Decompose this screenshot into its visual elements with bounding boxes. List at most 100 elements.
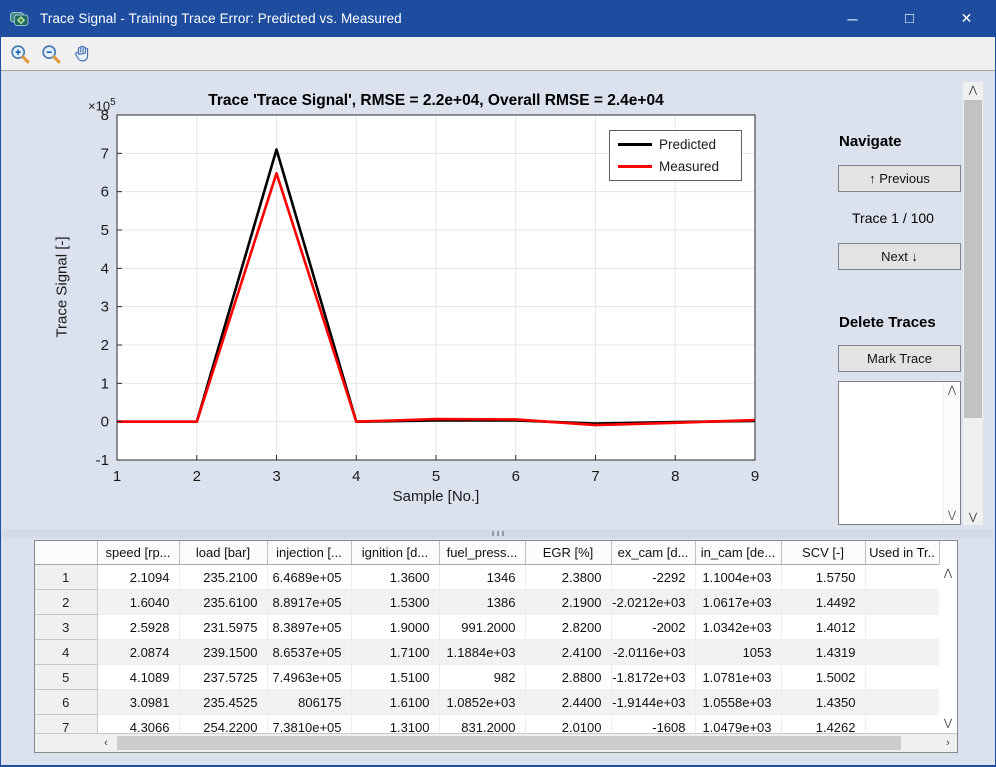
row-number[interactable]: 4 [35, 640, 97, 665]
table-cell[interactable]: 235.4525 [179, 690, 267, 715]
table-cell[interactable]: 1.0781e+03 [695, 665, 781, 690]
x-axis-label: Sample [No.] [117, 488, 755, 505]
table-cell[interactable]: 1386 [439, 590, 525, 615]
table-cell[interactable]: 2.4400 [525, 690, 611, 715]
panel-splitter[interactable] [2, 529, 994, 538]
panel-vertical-scrollbar[interactable]: ⋀ ⋁ [963, 82, 983, 525]
table-cell[interactable]: 8.6537e+05 [267, 640, 351, 665]
marked-traces-listbox[interactable]: ⋀ ⋁ [838, 381, 961, 525]
listbox-scrollbar[interactable]: ⋀ ⋁ [943, 382, 960, 524]
table-vertical-scrollbar[interactable]: ⋀ ⋁ [939, 564, 957, 733]
table-cell[interactable]: 1.5750 [781, 565, 865, 590]
table-cell[interactable]: 1.1004e+03 [695, 565, 781, 590]
table-cell[interactable]: -2.0116e+03 [611, 640, 695, 665]
table-cell[interactable]: 7.4963e+05 [267, 665, 351, 690]
scroll-down-icon[interactable]: ⋁ [963, 509, 983, 525]
table-cell[interactable]: 1.4012 [781, 615, 865, 640]
table-cell[interactable]: 2.0874 [97, 640, 179, 665]
pan-button[interactable] [68, 40, 96, 68]
table-cell[interactable]: 1053 [695, 640, 781, 665]
table-cell[interactable]: 1.6100 [351, 690, 439, 715]
table-horizontal-scrollbar[interactable]: ‹ › [97, 733, 957, 752]
scroll-up-icon[interactable]: ⋀ [963, 82, 983, 98]
scroll-up-icon[interactable]: ⋀ [948, 385, 956, 396]
table-cell[interactable]: 1.4492 [781, 590, 865, 615]
table-cell[interactable]: 3.0981 [97, 690, 179, 715]
zoom-in-button[interactable] [6, 40, 34, 68]
maximize-button[interactable]: □ [881, 0, 938, 37]
table-cell[interactable]: 1.0342e+03 [695, 615, 781, 640]
table-cell[interactable]: 235.6100 [179, 590, 267, 615]
table-cell[interactable]: 806175 [267, 690, 351, 715]
zoom-out-button[interactable] [37, 40, 65, 68]
column-header: EGR [%] [525, 541, 611, 565]
table-cell[interactable]: -2002 [611, 615, 695, 640]
table-cell[interactable] [865, 615, 939, 640]
column-header: ignition [d... [351, 541, 439, 565]
table-cell[interactable]: 1.5300 [351, 590, 439, 615]
next-button[interactable]: Next ↓ [838, 243, 961, 270]
table-cell[interactable]: 1.7100 [351, 640, 439, 665]
table-cell[interactable]: 1.4350 [781, 690, 865, 715]
mark-trace-button[interactable]: Mark Trace [838, 345, 961, 372]
scrollbar-thumb[interactable] [964, 100, 982, 418]
table-cell[interactable]: 2.8200 [525, 615, 611, 640]
svg-text:0: 0 [101, 414, 109, 431]
plot-panel: 123456789-1012345678 Trace 'Trace Signal… [2, 71, 994, 529]
table-cell[interactable]: 1.1884e+03 [439, 640, 525, 665]
table-cell[interactable]: 1.6040 [97, 590, 179, 615]
table-cell[interactable]: 1.9000 [351, 615, 439, 640]
table-cell[interactable] [865, 590, 939, 615]
table-cell[interactable] [865, 640, 939, 665]
table-cell[interactable]: 1.5100 [351, 665, 439, 690]
table-cell[interactable]: 6.4689e+05 [267, 565, 351, 590]
table-cell[interactable]: -1.9144e+03 [611, 690, 695, 715]
row-number[interactable]: 6 [35, 690, 97, 715]
table-cell[interactable]: 239.1500 [179, 640, 267, 665]
table-cell[interactable]: 982 [439, 665, 525, 690]
table-cell[interactable]: 4.1089 [97, 665, 179, 690]
table-cell[interactable]: -2292 [611, 565, 695, 590]
table-cell[interactable] [865, 565, 939, 590]
table-cell[interactable]: 1.0558e+03 [695, 690, 781, 715]
table-cell[interactable]: 2.4100 [525, 640, 611, 665]
table-cell[interactable]: 2.8800 [525, 665, 611, 690]
scroll-up-icon[interactable]: ⋀ [944, 568, 952, 579]
table-cell[interactable]: -1.8172e+03 [611, 665, 695, 690]
table-cell[interactable]: 1.5002 [781, 665, 865, 690]
close-button[interactable]: ✕ [938, 0, 995, 37]
splitter-grip-icon [502, 531, 504, 536]
table-cell[interactable]: 1.0852e+03 [439, 690, 525, 715]
table-cell[interactable]: 1.4319 [781, 640, 865, 665]
table-cell[interactable]: 2.1094 [97, 565, 179, 590]
table-cell[interactable]: 231.5975 [179, 615, 267, 640]
minimize-button[interactable]: ─ [824, 0, 881, 37]
row-number[interactable]: 3 [35, 615, 97, 640]
table-cell[interactable]: -2.0212e+03 [611, 590, 695, 615]
scroll-down-icon[interactable]: ⋁ [948, 510, 956, 521]
scroll-left-icon[interactable]: ‹ [97, 734, 115, 752]
scroll-down-icon[interactable]: ⋁ [944, 718, 952, 729]
svg-text:4: 4 [352, 468, 360, 485]
table-cell[interactable]: 2.5928 [97, 615, 179, 640]
table-corner-cell [35, 541, 97, 565]
table-cell[interactable]: 1346 [439, 565, 525, 590]
row-number[interactable]: 5 [35, 665, 97, 690]
scrollbar-thumb[interactable] [117, 736, 901, 750]
table-cell[interactable]: 1.3600 [351, 565, 439, 590]
table-cell[interactable]: 8.3897e+05 [267, 615, 351, 640]
scroll-right-icon[interactable]: › [939, 734, 957, 752]
row-number[interactable]: 2 [35, 590, 97, 615]
table-cell[interactable]: 1.0617e+03 [695, 590, 781, 615]
row-number[interactable]: 1 [35, 565, 97, 590]
table-cell[interactable]: 991.2000 [439, 615, 525, 640]
table-cell[interactable]: 8.8917e+05 [267, 590, 351, 615]
title-bar[interactable]: Trace Signal - Training Trace Error: Pre… [1, 0, 995, 37]
table-cell[interactable]: 2.3800 [525, 565, 611, 590]
table-cell[interactable]: 2.1900 [525, 590, 611, 615]
table-cell[interactable]: 235.2100 [179, 565, 267, 590]
table-cell[interactable] [865, 665, 939, 690]
table-cell[interactable] [865, 690, 939, 715]
table-cell[interactable]: 237.5725 [179, 665, 267, 690]
previous-button[interactable]: ↑ Previous [838, 165, 961, 192]
